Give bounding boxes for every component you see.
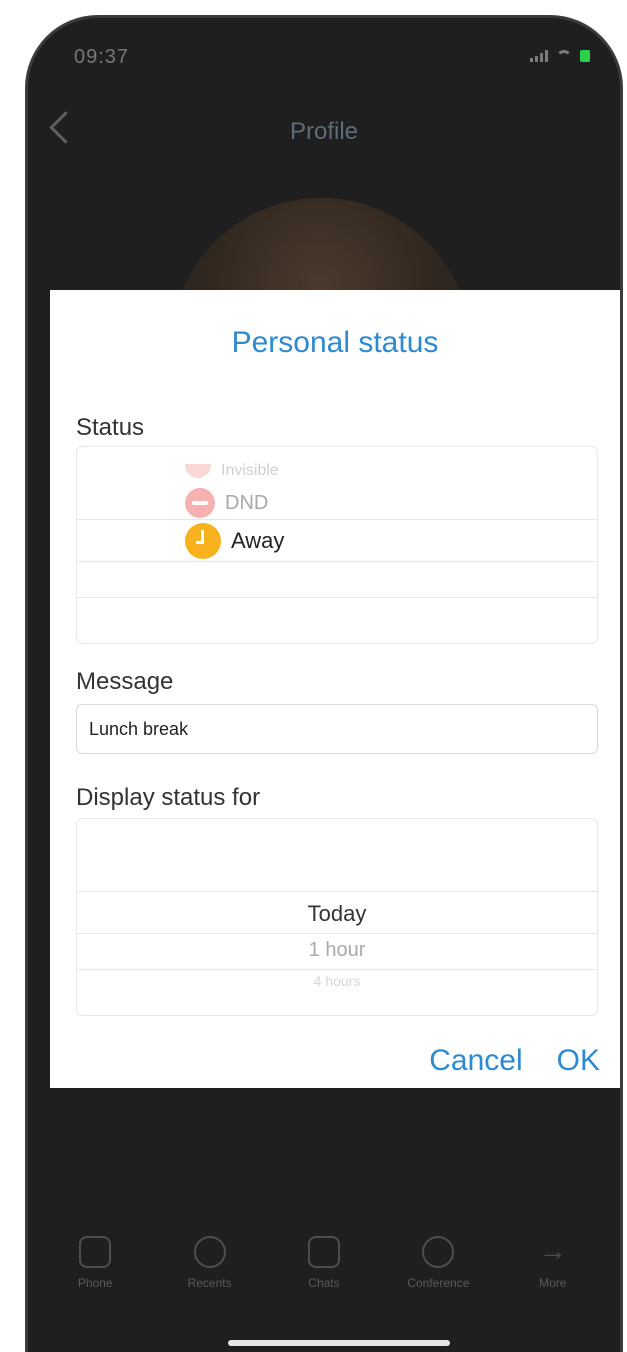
message-label: Message xyxy=(76,668,174,695)
picker-divider xyxy=(77,519,597,520)
battery-icon xyxy=(580,50,590,62)
duration-option-today[interactable]: Today xyxy=(77,895,597,933)
people-icon xyxy=(422,1236,455,1268)
tab-more[interactable]: → More xyxy=(503,1235,603,1291)
duration-option-label: 1 hour xyxy=(308,938,366,961)
signal-icon xyxy=(530,50,548,62)
do-not-disturb-icon xyxy=(185,488,215,518)
status-option-invisible[interactable]: Invisible xyxy=(185,457,597,485)
cancel-button[interactable]: Cancel xyxy=(429,1044,522,1078)
picker-divider xyxy=(77,933,597,934)
status-label: Status xyxy=(76,414,145,441)
screen: 09:37 Profile Personal status Status Inv… xyxy=(28,18,620,1352)
ok-button[interactable]: OK xyxy=(557,1044,600,1078)
message-input[interactable]: Lunch break xyxy=(76,704,598,754)
tab-label: Phone xyxy=(77,1276,113,1290)
duration-option-label: Today xyxy=(307,901,367,926)
tab-label: Chats xyxy=(308,1276,340,1290)
display-status-label: Display status for xyxy=(76,784,261,811)
dialpad-icon xyxy=(79,1236,112,1268)
tab-chats[interactable]: Chats xyxy=(274,1236,374,1290)
status-option-away[interactable]: Away xyxy=(185,521,597,561)
personal-status-dialog: Personal status Status Invisible DND Awa… xyxy=(50,290,620,1088)
arrow-right-icon: → xyxy=(538,1235,567,1266)
status-bar: 09:37 xyxy=(28,18,620,98)
status-option-label: Invisible xyxy=(221,462,279,479)
status-option-dnd[interactable]: DND xyxy=(185,487,597,519)
nav-bar: Profile xyxy=(28,108,620,168)
page-title: Profile xyxy=(289,118,359,145)
status-option-label: Away xyxy=(231,528,285,553)
phone-frame: 09:37 Profile Personal status Status Inv… xyxy=(28,18,620,1352)
status-picker[interactable]: Invisible DND Away xyxy=(76,446,598,644)
duration-option-label: 4 hours xyxy=(313,973,361,989)
dialog-actions: Cancel OK xyxy=(429,1044,600,1078)
duration-option-1-hour[interactable]: 1 hour xyxy=(77,935,597,965)
status-icons xyxy=(530,50,590,62)
duration-picker[interactable]: Today 1 hour 4 hours xyxy=(76,818,598,1016)
home-indicator[interactable] xyxy=(228,1340,450,1346)
picker-divider xyxy=(77,597,597,598)
tab-label: Recents xyxy=(187,1276,232,1290)
status-time: 09:37 xyxy=(74,46,130,68)
picker-divider xyxy=(77,561,597,562)
tab-label: Conference xyxy=(407,1276,470,1290)
picker-divider xyxy=(77,891,597,892)
away-clock-icon xyxy=(185,523,221,559)
invisible-icon xyxy=(185,464,211,478)
wifi-icon xyxy=(556,50,572,62)
tab-phone[interactable]: Phone xyxy=(45,1236,145,1290)
dialog-title: Personal status xyxy=(231,326,439,359)
tab-label: More xyxy=(539,1276,567,1290)
clock-icon xyxy=(193,1236,226,1268)
tab-bar: Phone Recents Chats Conference → More xyxy=(28,1236,620,1316)
tab-recents[interactable]: Recents xyxy=(160,1236,260,1290)
status-option-label: DND xyxy=(225,491,269,514)
duration-option-4-hours[interactable]: 4 hours xyxy=(77,969,597,993)
chat-icon xyxy=(307,1236,340,1268)
tab-conference[interactable]: Conference xyxy=(388,1236,488,1290)
